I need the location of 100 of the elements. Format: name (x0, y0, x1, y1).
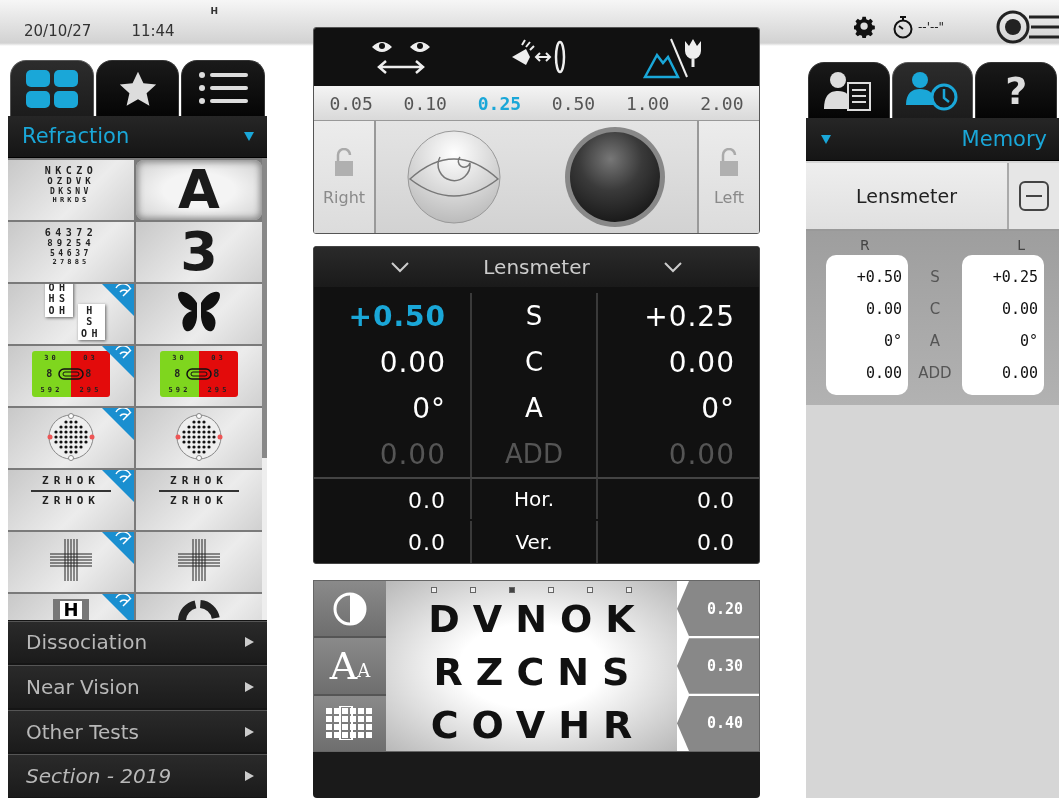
test-tile[interactable] (136, 531, 262, 592)
chevron-down-icon[interactable] (390, 261, 411, 273)
step-option[interactable]: 0.05 (329, 92, 373, 114)
chart-line: S (86, 316, 97, 328)
value-field[interactable]: 0.00 (314, 339, 470, 385)
minus-icon (1018, 180, 1050, 212)
value-field[interactable]: +0.50 (314, 293, 470, 339)
panel-tab[interactable] (181, 60, 265, 117)
step-option[interactable]: 1.00 (626, 92, 670, 114)
chart-line: ZRHOK (170, 474, 228, 488)
row-label: S (470, 293, 598, 339)
test-tile[interactable]: ZRHOK ZRHOK (8, 469, 134, 530)
row-label: ADD (918, 363, 952, 384)
step-option[interactable]: 2.00 (700, 92, 744, 114)
value-field[interactable]: 0.0 (314, 477, 470, 521)
ring-icon (186, 367, 212, 380)
letter-row-text: DVNOK (427, 596, 649, 644)
chart-line: NKCZO (44, 164, 98, 177)
position-marker[interactable] (430, 587, 437, 593)
value-field[interactable]: 0.0 (314, 521, 470, 563)
position-marker[interactable] (548, 587, 555, 593)
scrollbar-thumb[interactable] (262, 157, 267, 458)
occluder-disc-icon[interactable] (562, 125, 667, 229)
target-badge-icon (102, 407, 134, 440)
letter-row-text: COVHR (429, 701, 647, 749)
menu-item[interactable]: Near Vision (8, 665, 267, 708)
test-tile[interactable] (136, 283, 262, 344)
row-label: Ver. (470, 521, 598, 563)
value-field[interactable]: 0° (598, 385, 759, 431)
position-marker[interactable] (587, 587, 594, 593)
chart-line: ZRHOK (42, 474, 100, 488)
step-option[interactable]: 0.50 (551, 92, 596, 114)
dropdown-triangle-icon (243, 130, 255, 143)
contrast-button[interactable] (314, 581, 386, 637)
position-marker[interactable] (626, 587, 633, 593)
memory-value: 0.00 (1001, 299, 1038, 320)
ring-icon (58, 367, 84, 380)
menu-label: Near Vision (26, 675, 140, 700)
padlock-icon (333, 147, 355, 178)
chart-symbol: 3 (180, 226, 218, 277)
target-menu-icon[interactable] (995, 9, 1059, 45)
acuity-tab[interactable]: 0.20 (677, 581, 759, 637)
target-badge-icon (102, 531, 134, 564)
panel-tab[interactable] (891, 62, 974, 118)
status-marker: H (210, 6, 219, 16)
arrow-right-icon (243, 636, 255, 649)
test-tile[interactable]: ZRHOK ZRHOK (136, 469, 262, 530)
value-field[interactable]: 0.0 (598, 477, 759, 521)
value-field[interactable]: 0° (314, 385, 470, 431)
row-label: A (470, 385, 598, 431)
position-marker[interactable] (508, 587, 515, 593)
arrow-right-icon (243, 725, 255, 738)
test-tile[interactable] (136, 407, 262, 468)
menu-item[interactable]: Other Tests (8, 709, 267, 753)
open-eye-icon[interactable] (406, 129, 503, 225)
test-tile[interactable]: 3 (136, 221, 262, 282)
letter-size-button[interactable]: AA (314, 638, 386, 694)
value-field[interactable]: 0.0 (598, 521, 759, 563)
position-marker[interactable] (469, 587, 476, 593)
test-tile[interactable] (8, 407, 134, 468)
memory-value: 0.00 (865, 299, 902, 320)
person-document-icon (823, 70, 874, 111)
padlock-icon (718, 147, 740, 178)
chart-line: 89254 (47, 238, 95, 249)
settings-icon[interactable] (854, 16, 876, 38)
acuity-tab[interactable]: 0.40 (677, 695, 759, 751)
person-clock-icon (905, 70, 960, 111)
panel-tab[interactable] (95, 60, 180, 117)
test-tile[interactable]: H S OH OH HS OH (8, 283, 134, 344)
row-label: C (929, 299, 941, 320)
memory-value: 0° (883, 331, 902, 352)
list-icon (198, 71, 249, 106)
test-tile[interactable]: H (8, 593, 134, 620)
chart-line: 8 (46, 367, 57, 380)
acuity-tab[interactable]: 0.30 (677, 638, 759, 694)
value-field[interactable]: +0.25 (598, 293, 759, 339)
menu-label: Section - 2019 (26, 764, 172, 789)
chart-line: OH (48, 304, 70, 317)
panel-tab[interactable] (808, 62, 890, 118)
menu-item[interactable]: Section - 2019 (8, 754, 267, 797)
menu-label: Other Tests (26, 719, 139, 744)
panel-tab[interactable] (10, 60, 94, 117)
column-header: L (1017, 236, 1025, 255)
layout-button[interactable] (314, 695, 386, 751)
contrast-icon (332, 590, 368, 627)
column-header: R (860, 236, 870, 255)
chart-line: OH (48, 283, 70, 294)
chart-line: OH (81, 327, 103, 340)
chart-line: OZDVK (47, 176, 95, 187)
chart-line: 8 (213, 367, 224, 380)
test-tile[interactable]: A (136, 159, 262, 220)
chevron-down-icon[interactable] (662, 261, 683, 273)
panel-tab[interactable]: ? (975, 62, 1057, 118)
chart-line: 8 (174, 367, 185, 380)
test-tile[interactable] (8, 531, 134, 592)
memory-value: +0.50 (856, 267, 902, 288)
memory-entry-button[interactable]: Lensmeter (806, 163, 1009, 229)
menu-item[interactable]: Dissociation (8, 620, 267, 664)
step-option[interactable]: 0.10 (403, 92, 447, 114)
value-field[interactable]: 0.00 (598, 339, 759, 385)
